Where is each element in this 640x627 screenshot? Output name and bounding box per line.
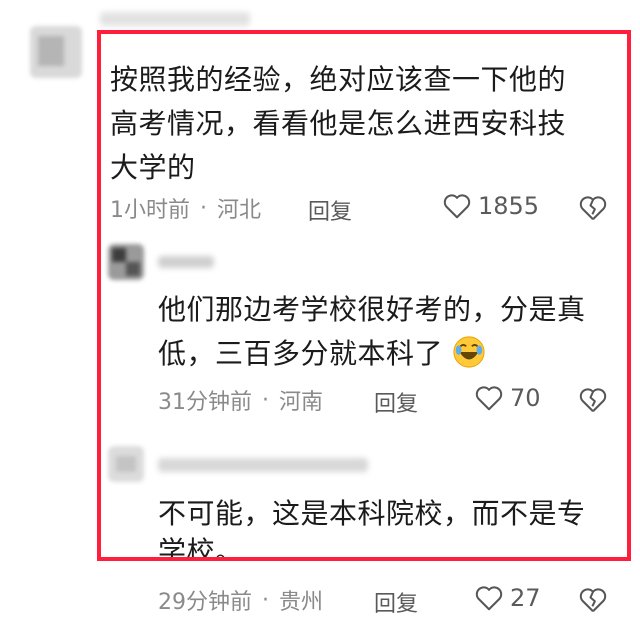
meta-separator: · bbox=[200, 195, 207, 221]
username-blurred bbox=[158, 256, 214, 268]
like-count: 27 bbox=[510, 584, 541, 612]
like-button[interactable]: 70 bbox=[474, 384, 541, 412]
comment-text: 低，三百多分就本科了 bbox=[158, 337, 444, 370]
avatar[interactable] bbox=[108, 244, 144, 280]
rofl-emoji-icon bbox=[453, 336, 486, 368]
comment-time: 1小时前 bbox=[110, 198, 190, 223]
comment-location: 河南 bbox=[279, 390, 324, 415]
comment-text-line: 低，三百多分就本科了 bbox=[158, 332, 486, 376]
comment-time: 29分钟前 bbox=[158, 590, 252, 615]
like-count: 1855 bbox=[478, 192, 540, 220]
like-button[interactable]: 1855 bbox=[442, 192, 539, 220]
top-avatar[interactable] bbox=[30, 26, 82, 78]
comment-time: 31分钟前 bbox=[158, 390, 252, 415]
username-blurred bbox=[158, 458, 368, 472]
heart-outline-icon bbox=[443, 194, 471, 219]
comment-text-line: 按照我的经验，绝对应该查一下他的 bbox=[110, 63, 567, 96]
comment-location: 贵州 bbox=[279, 590, 324, 615]
broken-heart-icon bbox=[579, 196, 607, 220]
comment-text-line: 学校。 bbox=[158, 535, 244, 558]
like-button[interactable]: 27 bbox=[474, 584, 541, 612]
avatar[interactable] bbox=[108, 446, 144, 482]
reply-button[interactable]: 回复 bbox=[308, 194, 352, 226]
comment-text-line: 大学的 bbox=[110, 151, 196, 184]
broken-heart-icon bbox=[579, 388, 607, 412]
broken-heart-icon bbox=[579, 588, 607, 612]
heart-outline-icon bbox=[475, 586, 503, 611]
dislike-button[interactable] bbox=[578, 194, 608, 226]
comment-meta: 29分钟前 · 贵州 bbox=[158, 584, 323, 616]
dislike-button[interactable] bbox=[578, 386, 608, 418]
comment-location: 河北 bbox=[217, 198, 262, 223]
top-username-blurred bbox=[100, 12, 250, 26]
comment-meta: 1小时前 · 河北 bbox=[110, 192, 261, 224]
reply-button[interactable]: 回复 bbox=[374, 386, 418, 418]
meta-separator: · bbox=[262, 587, 269, 613]
reply-button[interactable]: 回复 bbox=[374, 586, 418, 618]
comment-text-line: 他们那边考学校很好考的，分是真 bbox=[158, 293, 586, 326]
meta-separator: · bbox=[262, 387, 269, 413]
like-count: 70 bbox=[510, 384, 541, 412]
heart-outline-icon bbox=[475, 386, 503, 411]
comment-text-line: 高考情况，看看他是怎么进西安科技 bbox=[110, 107, 567, 140]
dislike-button[interactable] bbox=[578, 586, 608, 618]
comment-meta: 31分钟前 · 河南 bbox=[158, 384, 323, 416]
